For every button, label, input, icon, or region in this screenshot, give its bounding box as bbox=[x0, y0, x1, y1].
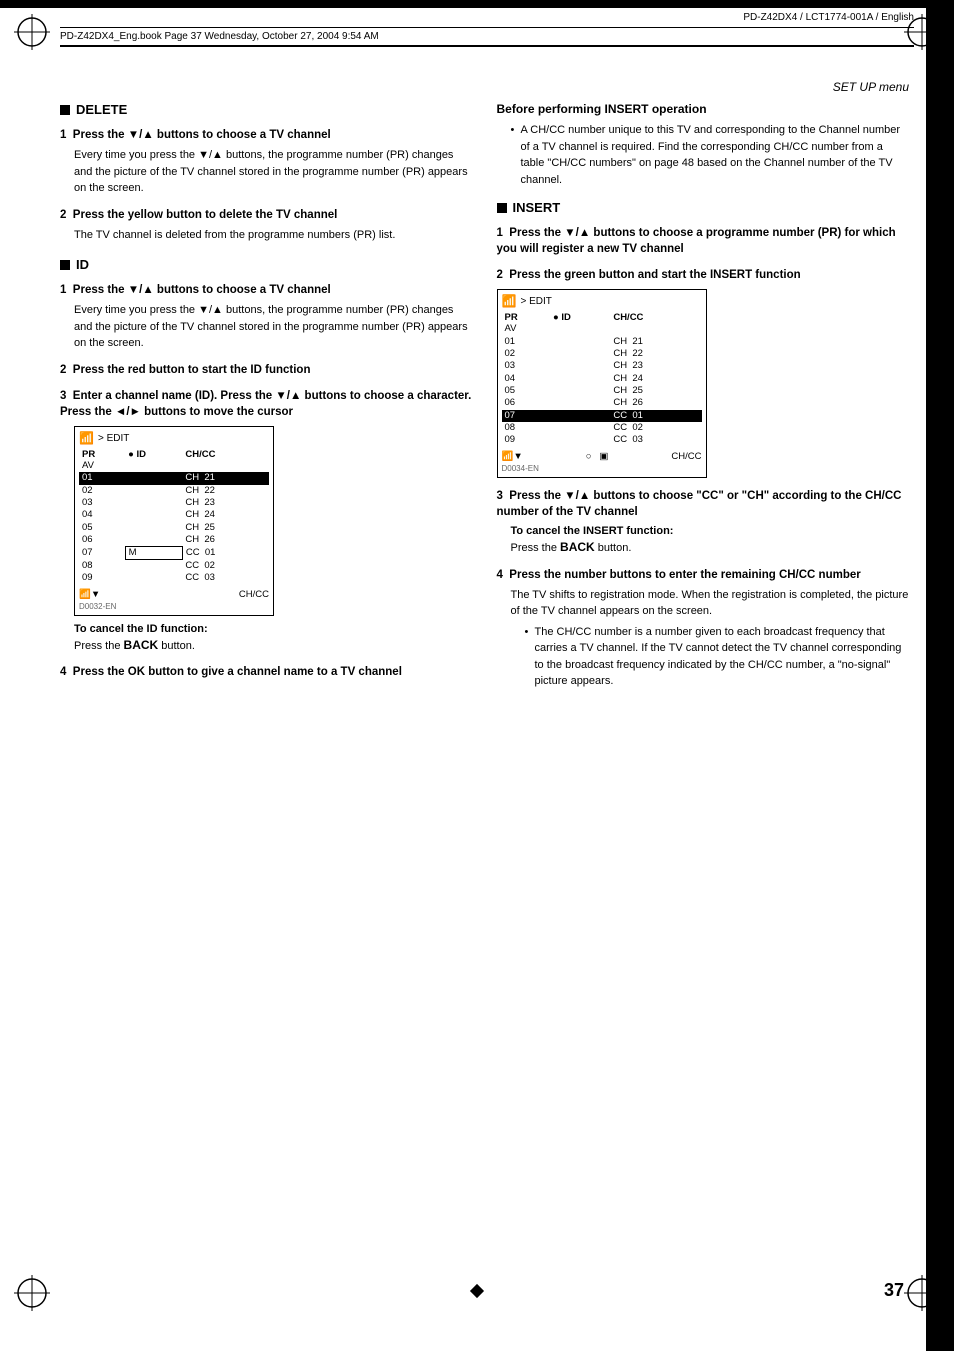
corner-mark-tl bbox=[14, 14, 50, 50]
insert-diagram-label: D0034-EN bbox=[502, 464, 702, 473]
diamond-mark bbox=[470, 1284, 484, 1298]
delete-step-1: 1 Press the ▼/▲ buttons to choose a TV c… bbox=[60, 127, 473, 197]
delete-title: DELETE bbox=[76, 102, 127, 117]
page-title: SET UP menu bbox=[60, 80, 909, 94]
id-step1-body: Every time you press the ▼/▲ buttons, th… bbox=[60, 302, 473, 352]
delete-heading: DELETE bbox=[60, 102, 473, 117]
insert-title: INSERT bbox=[513, 200, 561, 215]
id-diagram-header: 📶 > EDIT bbox=[79, 431, 269, 445]
id-diagram-icon: 📶 bbox=[79, 431, 94, 445]
delete-step-2: 2 Press the yellow button to delete the … bbox=[60, 207, 473, 244]
id-step-2: 2 Press the red button to start the ID f… bbox=[60, 362, 473, 378]
corner-mark-br bbox=[904, 1275, 940, 1311]
insert-step4-title: 4 Press the number buttons to enter the … bbox=[497, 567, 910, 583]
page-number: 37 bbox=[884, 1280, 904, 1301]
id-cancel-note: To cancel the ID function: Press the BAC… bbox=[74, 622, 473, 655]
id-title: ID bbox=[76, 257, 89, 272]
right-column: Before performing INSERT operation A CH/… bbox=[497, 102, 910, 700]
corner-mark-bl bbox=[14, 1275, 50, 1311]
insert-step4-body: The TV shifts to registration mode. When… bbox=[497, 587, 910, 690]
id-step2-title: 2 Press the red button to start the ID f… bbox=[60, 362, 473, 378]
delete-step2-title: 2 Press the yellow button to delete the … bbox=[60, 207, 473, 223]
id-diagram-footer: 📶▼ CH/CC bbox=[79, 589, 269, 600]
id-diagram-label: D0032-EN bbox=[79, 602, 269, 611]
id-step1-title: 1 Press the ▼/▲ buttons to choose a TV c… bbox=[60, 282, 473, 298]
id-diagram-edit: > EDIT bbox=[98, 433, 129, 444]
bottom-center-mark bbox=[472, 1286, 482, 1296]
insert-step2-title: 2 Press the green button and start the I… bbox=[497, 267, 910, 283]
insert-diagram-icon: 📶 bbox=[502, 294, 517, 308]
insert-step1-title: 1 Press the ▼/▲ buttons to choose a prog… bbox=[497, 225, 910, 257]
insert-heading: INSERT bbox=[497, 200, 910, 215]
insert-step4-bullet-1: The CH/CC number is a number given to ea… bbox=[525, 624, 910, 690]
delete-step2-body: The TV channel is deleted from the progr… bbox=[60, 227, 473, 244]
delete-bullet bbox=[60, 105, 70, 115]
id-step-3: 3 Enter a channel name (ID). Press the ▼… bbox=[60, 388, 473, 654]
before-insert-bullet-1: A CH/CC number unique to this TV and cor… bbox=[511, 122, 910, 188]
product-id: PD-Z42DX4 / LCT1774-001A / English bbox=[60, 8, 914, 28]
id-step-1: 1 Press the ▼/▲ buttons to choose a TV c… bbox=[60, 282, 473, 352]
two-column-layout: DELETE 1 Press the ▼/▲ buttons to choose… bbox=[60, 102, 909, 700]
delete-step1-title: 1 Press the ▼/▲ buttons to choose a TV c… bbox=[60, 127, 473, 143]
insert-diagram-footer: 📶▼ ○ ▣ CH/CC bbox=[502, 451, 702, 462]
id-step4-title: 4 Press the OK button to give a channel … bbox=[60, 664, 473, 680]
id-heading: ID bbox=[60, 257, 473, 272]
insert-step-2: 2 Press the green button and start the I… bbox=[497, 267, 910, 478]
id-diagram-table: PR ● ID CH/CC AV 01CH 21 02CH 22 03CH 23… bbox=[79, 449, 269, 584]
insert-step-4: 4 Press the number buttons to enter the … bbox=[497, 567, 910, 690]
id-step3-title: 3 Enter a channel name (ID). Press the ▼… bbox=[60, 388, 473, 420]
content-area: SET UP menu DELETE 1 Press the ▼/▲ butto… bbox=[60, 80, 909, 1271]
insert-step4-bullets: The CH/CC number is a number given to ea… bbox=[511, 624, 910, 690]
left-column: DELETE 1 Press the ▼/▲ buttons to choose… bbox=[60, 102, 473, 700]
id-diagram: 📶 > EDIT PR ● ID CH/CC AV 01CH 21 02C bbox=[74, 426, 274, 615]
header-area: PD-Z42DX4 / LCT1774-001A / English PD-Z4… bbox=[60, 8, 914, 47]
insert-bullet bbox=[497, 203, 507, 213]
id-step-4: 4 Press the OK button to give a channel … bbox=[60, 664, 473, 680]
insert-diagram-edit: > EDIT bbox=[520, 296, 551, 307]
before-insert-body: A CH/CC number unique to this TV and cor… bbox=[497, 122, 910, 188]
before-insert-title: Before performing INSERT operation bbox=[497, 102, 910, 116]
insert-diagram-table: PR ● ID CH/CC AV 01CH 21 02CH 22 03CH 23… bbox=[502, 312, 702, 446]
top-strip bbox=[0, 0, 954, 8]
before-insert-bullets: A CH/CC number unique to this TV and cor… bbox=[497, 122, 910, 188]
insert-step3-title: 3 Press the ▼/▲ buttons to choose "CC" o… bbox=[497, 488, 910, 520]
insert-cancel-note: To cancel the INSERT function: Press the… bbox=[511, 524, 910, 557]
insert-diagram-header: 📶 > EDIT bbox=[502, 294, 702, 308]
right-bar: ENGLISH bbox=[926, 0, 954, 1351]
page-container: ENGLISH PD-Z42DX4 / LCT1774-001A / Engli… bbox=[0, 0, 954, 1351]
book-line: PD-Z42DX4_Eng.book Page 37 Wednesday, Oc… bbox=[60, 28, 914, 47]
id-bullet bbox=[60, 260, 70, 270]
insert-step-1: 1 Press the ▼/▲ buttons to choose a prog… bbox=[497, 225, 910, 257]
insert-diagram: 📶 > EDIT PR ● ID CH/CC AV 01CH 21 02C bbox=[497, 289, 707, 477]
delete-step1-body: Every time you press the ▼/▲ buttons, th… bbox=[60, 147, 473, 197]
before-insert-section: Before performing INSERT operation A CH/… bbox=[497, 102, 910, 188]
insert-step-3: 3 Press the ▼/▲ buttons to choose "CC" o… bbox=[497, 488, 910, 557]
